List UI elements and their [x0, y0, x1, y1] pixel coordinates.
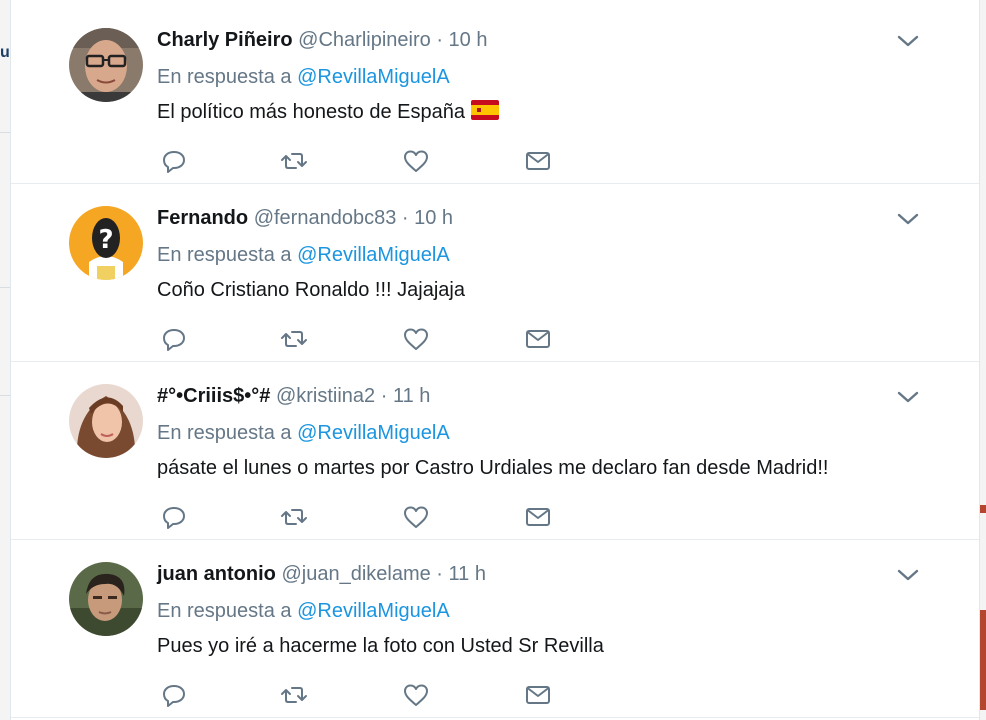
background-divider [0, 132, 10, 133]
tweet-header: juan antonio @juan_dikelame · 11 h [157, 561, 486, 587]
tweet-text: Coño Cristiano Ronaldo !!! Jajajaja [157, 277, 465, 303]
retweet-icon[interactable] [279, 324, 309, 354]
tweet-header: Fernando @fernandobc83 · 10 h [157, 205, 453, 231]
tweet-text: pásate el lunes o martes por Castro Urdi… [157, 455, 828, 481]
tweet-text: El político más honesto de España [157, 99, 499, 125]
tweet[interactable]: Charly Piñeiro @Charlipineiro · 10 h En … [11, 6, 979, 184]
separator: · [380, 385, 388, 407]
reply-prefix: En respuesta a [157, 244, 292, 266]
user-name[interactable]: Fernando [157, 207, 248, 229]
like-icon[interactable] [401, 680, 431, 710]
reply-context: En respuesta a @RevillaMiguelA [157, 242, 450, 268]
reply-icon[interactable] [159, 146, 189, 176]
mention-link[interactable]: @RevillaMiguelA [297, 66, 450, 88]
direct-message-icon[interactable] [523, 146, 553, 176]
avatar-question-mark: ? [69, 206, 143, 280]
svg-text:?: ? [98, 225, 113, 255]
retweet-icon[interactable] [279, 502, 309, 532]
chevron-down-icon[interactable] [895, 565, 921, 585]
mention-link[interactable]: @RevillaMiguelA [297, 244, 450, 266]
reply-icon[interactable] [159, 680, 189, 710]
user-name[interactable]: juan antonio [157, 563, 276, 585]
user-handle[interactable]: @kristiina2 [276, 385, 375, 407]
background-accent [980, 610, 986, 710]
retweet-icon[interactable] [279, 680, 309, 710]
timestamp[interactable]: 10 h [414, 207, 453, 229]
separator: · [436, 29, 443, 51]
spain-flag-icon [470, 100, 499, 120]
tweet-header: Charly Piñeiro @Charlipineiro · 10 h [157, 27, 487, 53]
background-page-left: u [0, 0, 10, 720]
like-icon[interactable] [401, 502, 431, 532]
like-icon[interactable] [401, 146, 431, 176]
tweet[interactable]: #°•Criiis$•°# @kristiina2 · 11 h En resp… [11, 362, 979, 540]
separator: · [401, 207, 409, 229]
background-accent [980, 505, 986, 513]
tweet-text: Pues yo iré a hacerme la foto con Usted … [157, 633, 604, 659]
reply-prefix: En respuesta a [157, 66, 292, 88]
timestamp[interactable]: 10 h [449, 29, 488, 51]
mention-link[interactable]: @RevillaMiguelA [297, 422, 450, 444]
reply-context: En respuesta a @RevillaMiguelA [157, 64, 450, 90]
reply-context: En respuesta a @RevillaMiguelA [157, 420, 450, 446]
like-icon[interactable] [401, 324, 431, 354]
direct-message-icon[interactable] [523, 324, 553, 354]
direct-message-icon[interactable] [523, 502, 553, 532]
tweet-text-content: Coño Cristiano Ronaldo !!! Jajajaja [157, 279, 465, 301]
replies-panel: Charly Piñeiro @Charlipineiro · 10 h En … [10, 0, 980, 720]
tweet-text-content: pásate el lunes o martes por Castro Urdi… [157, 457, 829, 479]
direct-message-icon[interactable] [523, 680, 553, 710]
background-divider [0, 287, 10, 288]
user-handle[interactable]: @Charlipineiro [298, 29, 431, 51]
background-text-fragment: u [0, 44, 10, 61]
tweet[interactable]: ? Fernando @fernandobc83 · 10 h En respu… [11, 184, 979, 362]
avatar[interactable] [69, 562, 143, 636]
chevron-down-icon[interactable] [895, 31, 921, 51]
avatar[interactable]: ? [69, 206, 143, 280]
timestamp[interactable]: 11 h [393, 385, 430, 407]
chevron-down-icon[interactable] [895, 387, 921, 407]
tweet-text-content: El político más honesto de España [157, 101, 465, 123]
user-handle[interactable]: @juan_dikelame [281, 563, 430, 585]
separator: · [436, 563, 443, 585]
timestamp[interactable]: 11 h [449, 563, 486, 585]
avatar-man-glasses [69, 28, 143, 102]
user-name[interactable]: Charly Piñeiro [157, 29, 293, 51]
tweet-text-content: Pues yo iré a hacerme la foto con Usted … [157, 635, 604, 657]
tweet[interactable]: juan antonio @juan_dikelame · 11 h En re… [11, 540, 979, 718]
reply-icon[interactable] [159, 324, 189, 354]
reply-prefix: En respuesta a [157, 600, 292, 622]
retweet-icon[interactable] [279, 146, 309, 176]
mention-link[interactable]: @RevillaMiguelA [297, 600, 450, 622]
reply-icon[interactable] [159, 502, 189, 532]
user-handle[interactable]: @fernandobc83 [254, 207, 397, 229]
chevron-down-icon[interactable] [895, 209, 921, 229]
tweet-header: #°•Criiis$•°# @kristiina2 · 11 h [157, 383, 430, 409]
reply-prefix: En respuesta a [157, 422, 292, 444]
avatar-young-man [69, 562, 143, 636]
user-name[interactable]: #°•Criiis$•°# [157, 385, 270, 407]
avatar[interactable] [69, 384, 143, 458]
background-divider [0, 395, 10, 396]
avatar[interactable] [69, 28, 143, 102]
avatar-woman [69, 384, 143, 458]
reply-context: En respuesta a @RevillaMiguelA [157, 598, 450, 624]
